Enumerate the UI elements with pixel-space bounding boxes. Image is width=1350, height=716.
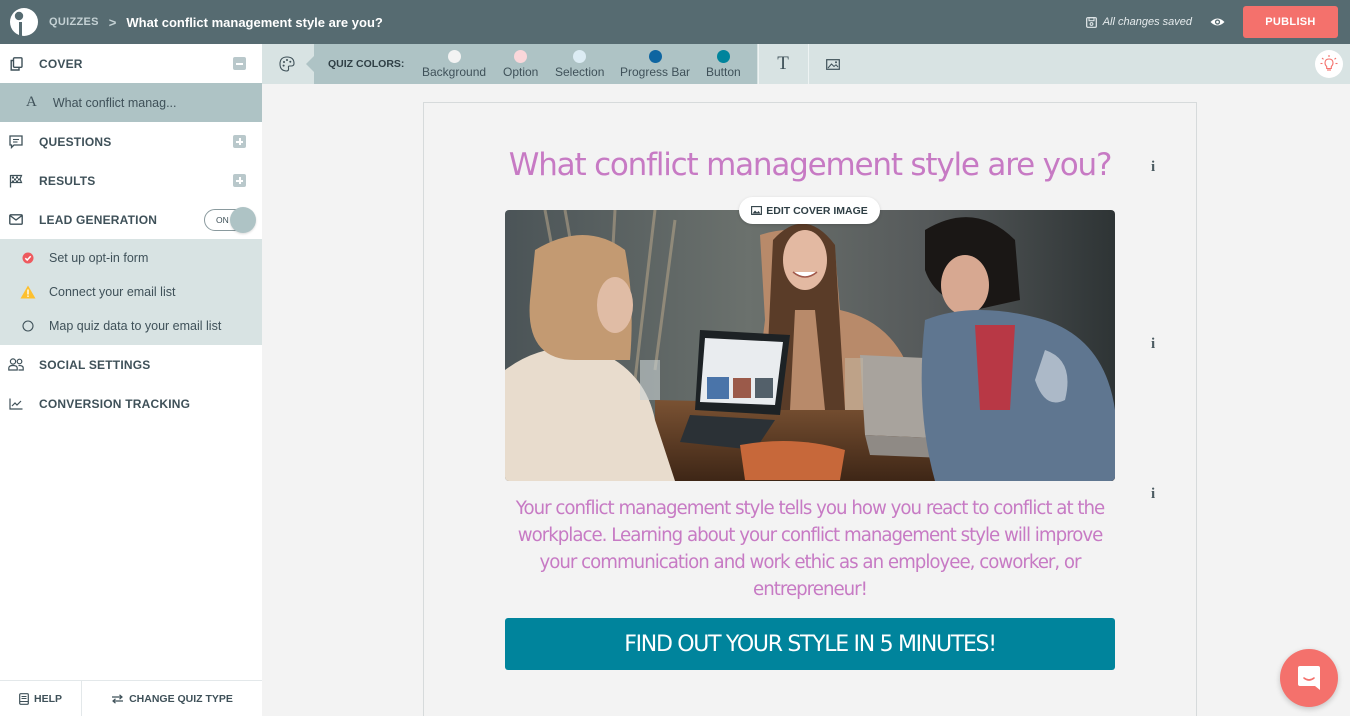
description-info-icon[interactable]: i: [1151, 486, 1155, 503]
swatch-name: Background: [422, 65, 487, 79]
swatch-name: Button: [706, 65, 741, 79]
image-icon: [826, 58, 840, 70]
app-logo-icon[interactable]: [6, 4, 42, 40]
save-status: All changes saved: [1085, 16, 1192, 28]
swatch-dot[interactable]: [447, 50, 461, 63]
check-circle-icon: [20, 250, 36, 266]
toggle-knob[interactable]: [230, 207, 256, 233]
breadcrumb-quiz-title: What conflict management style are you?: [126, 14, 383, 30]
swatch-name: Selection: [555, 65, 605, 79]
image-icon: [751, 206, 763, 215]
lead-step-opt-in-form[interactable]: Set up opt-in form: [0, 241, 262, 275]
sidebar-item-social-settings[interactable]: SOCIAL SETTINGS: [0, 345, 262, 384]
text-a-icon: A: [26, 94, 37, 110]
cover-image[interactable]: [505, 210, 1115, 481]
sidebar-item-results[interactable]: RESULTS: [0, 161, 262, 200]
help-button[interactable]: HELP: [0, 681, 82, 716]
chat-bubble-icon: [1298, 666, 1320, 690]
swatch-button[interactable]: Button: [706, 50, 741, 79]
title-info-icon[interactable]: i: [1151, 159, 1155, 176]
cover-title-item[interactable]: A What conflict manag...: [0, 83, 262, 122]
quiz-colors-panel: QUIZ COLORS: Background Option Selection…: [306, 44, 757, 84]
help-label: HELP: [33, 692, 62, 705]
floppy-disk-icon: [1085, 16, 1097, 28]
swatch-dot[interactable]: [648, 50, 662, 63]
design-toolbar: QUIZ COLORS: Background Option Selection…: [262, 44, 1350, 84]
quiz-colors-label: QUIZ COLORS:: [328, 58, 405, 70]
sidebar-item-conversion-tracking-label: CONVERSION TRACKING: [39, 396, 191, 411]
swatch-option[interactable]: Option: [503, 50, 538, 79]
chat-launcher-button[interactable]: [1280, 649, 1338, 707]
users-icon: [8, 357, 24, 373]
swatch-name: Option: [503, 65, 539, 79]
swatch-dot[interactable]: [514, 50, 528, 63]
envelope-icon: [8, 212, 24, 228]
save-status-text: All changes saved: [1102, 16, 1192, 28]
swatch-dot[interactable]: [573, 50, 587, 63]
book-icon: [19, 692, 29, 705]
copy-icon: [8, 56, 24, 72]
swap-arrows-icon: [112, 693, 124, 704]
sidebar-item-results-label: RESULTS: [39, 173, 96, 188]
add-result-plus-icon[interactable]: [233, 174, 246, 187]
preview-eye-icon[interactable]: [1210, 17, 1225, 27]
add-question-plus-icon[interactable]: [233, 135, 246, 148]
sidebar-item-cover[interactable]: COVER: [0, 44, 262, 83]
change-quiz-type-button[interactable]: CHANGE QUIZ TYPE: [82, 681, 262, 716]
text-style-button[interactable]: T: [758, 44, 808, 84]
swatch-dot[interactable]: [716, 50, 730, 63]
top-right-actions: All changes saved PUBLISH: [1085, 0, 1338, 44]
sidebar-item-questions[interactable]: QUESTIONS: [0, 122, 262, 161]
cover-page-card: What conflict management style are you? …: [423, 102, 1197, 716]
chart-line-icon: [8, 396, 24, 412]
sidebar-item-conversion-tracking[interactable]: CONVERSION TRACKING: [0, 384, 262, 423]
palette-icon[interactable]: [262, 44, 312, 84]
empty-circle-icon: [20, 318, 36, 334]
cover-title-item-label: What conflict manag...: [52, 95, 177, 110]
breadcrumb-separator: >: [108, 14, 117, 30]
editor-canvas: What conflict management style are you? …: [262, 84, 1350, 716]
sidebar-item-social-settings-label: SOCIAL SETTINGS: [39, 357, 151, 372]
quiz-title[interactable]: What conflict management style are you?: [424, 147, 1196, 183]
breadcrumb: QUIZZES > What conflict management style…: [49, 15, 383, 30]
swatch-background[interactable]: Background: [422, 50, 486, 79]
top-bar: QUIZZES > What conflict management style…: [0, 0, 1350, 44]
lead-step-label: Set up opt-in form: [49, 251, 149, 265]
checkered-flag-icon: [8, 173, 24, 189]
start-quiz-button[interactable]: FIND OUT YOUR STYLE IN 5 MINUTES!: [505, 618, 1115, 670]
change-quiz-type-label: CHANGE QUIZ TYPE: [129, 692, 233, 705]
lead-step-connect-email[interactable]: Connect your email list: [0, 275, 262, 309]
lead-step-map-quiz-data[interactable]: Map quiz data to your email list: [0, 309, 262, 343]
comment-icon: [8, 134, 24, 150]
lead-generation-toggle[interactable]: ON: [204, 207, 256, 233]
lead-step-label: Connect your email list: [49, 285, 176, 299]
sidebar-item-lead-generation-label: LEAD GENERATION: [39, 212, 158, 227]
image-info-icon[interactable]: i: [1151, 336, 1155, 353]
collapse-minus-icon[interactable]: [233, 57, 246, 70]
swatch-progress-bar[interactable]: Progress Bar: [620, 50, 690, 79]
lead-step-label: Map quiz data to your email list: [49, 319, 222, 333]
publish-button[interactable]: PUBLISH: [1243, 6, 1338, 38]
sidebar-item-questions-label: QUESTIONS: [39, 134, 112, 149]
background-image-button[interactable]: [808, 44, 858, 84]
text-t-icon: T: [777, 53, 789, 74]
sidebar-item-cover-label: COVER: [39, 56, 83, 71]
quiz-description[interactable]: Your conflict management style tells you…: [505, 495, 1115, 603]
warning-triangle-icon: [20, 284, 36, 300]
toggle-on-label: ON: [216, 215, 229, 225]
swatch-name: Progress Bar: [620, 65, 691, 79]
lead-generation-steps: Set up opt-in form Connect your email li…: [0, 239, 262, 345]
sidebar-footer: HELP CHANGE QUIZ TYPE: [0, 680, 262, 716]
breadcrumb-quizzes-link[interactable]: QUIZZES: [49, 16, 99, 28]
sidebar-item-lead-generation[interactable]: LEAD GENERATION ON: [0, 200, 262, 239]
edit-cover-image-button[interactable]: EDIT COVER IMAGE: [739, 197, 880, 224]
edit-cover-image-label: EDIT COVER IMAGE: [766, 204, 868, 217]
sidebar: COVER A What conflict manag... QUESTIONS…: [0, 44, 262, 716]
swatch-selection[interactable]: Selection: [555, 50, 604, 79]
tips-lightbulb-icon[interactable]: [1315, 50, 1343, 78]
